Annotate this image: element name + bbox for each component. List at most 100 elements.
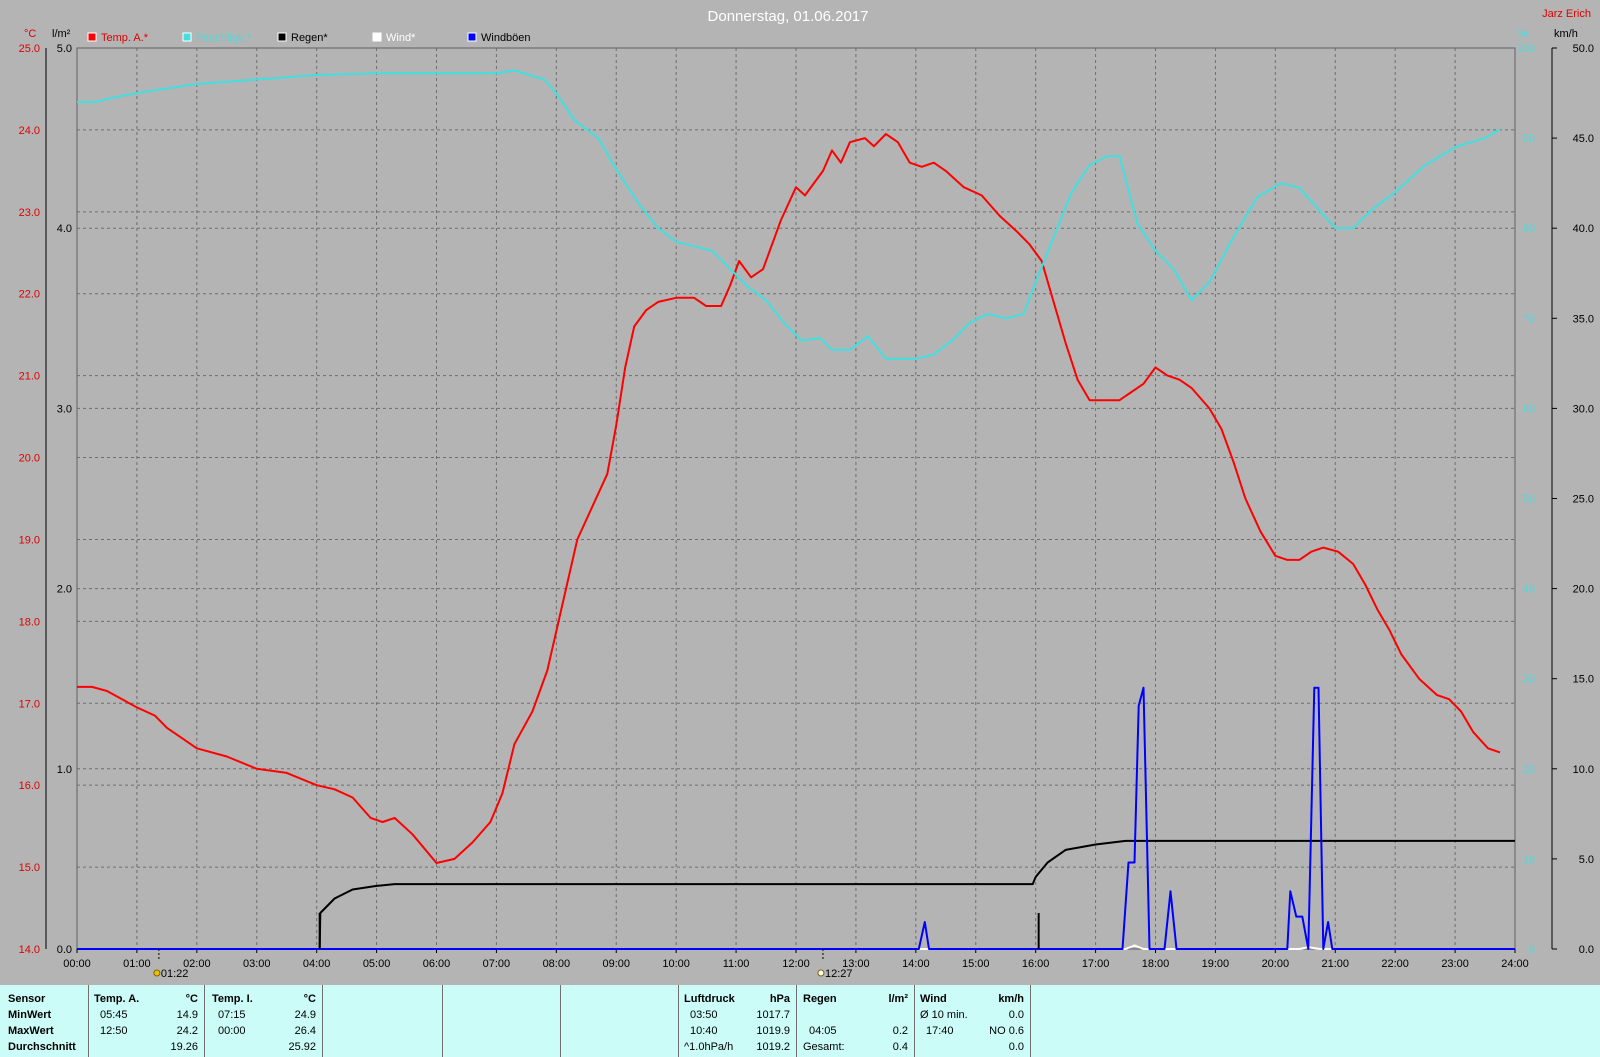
sunrise-icon — [153, 969, 161, 977]
humidity-tick-label: 10 — [1523, 854, 1535, 866]
stats-wind-max-dir: NO 0.6 — [989, 1025, 1024, 1037]
x-tick-label: 18:00 — [1142, 958, 1170, 970]
legend: Temp. A.* Feuchtigk.* Regen* Wind* Windböen — [87, 32, 531, 44]
stats-rain-header: Regen — [803, 993, 837, 1005]
temp-tick-label: 23.0 — [19, 207, 40, 219]
stats-temp-i-min-time: 07:15 — [218, 1009, 246, 1021]
x-tick-label: 24:00 — [1501, 958, 1529, 970]
temp-tick-label: 18.0 — [19, 616, 40, 628]
wind-tick-label: 45.0 — [1573, 133, 1594, 145]
legend-swatch — [372, 32, 382, 42]
stats-temp-i-avg-value: 25.92 — [288, 1041, 316, 1053]
wind-tick-label: 50.0 — [1573, 43, 1594, 55]
stats-max-label: MaxWert — [8, 1025, 54, 1037]
humidity-axis-unit: % — [1518, 28, 1528, 40]
stats-wind-last-value: 0.0 — [1008, 1041, 1024, 1053]
chart-svg: Donnerstag, 01.06.2017 Jarz Erich °C l/m… — [19, 8, 1594, 980]
temp-tick-label: 24.0 — [19, 125, 40, 137]
stats-wind-max-time: 17:40 — [926, 1025, 954, 1037]
x-tick-label: 21:00 — [1321, 958, 1349, 970]
rain-tick-label: 4.0 — [57, 223, 72, 235]
legend-swatch — [182, 32, 192, 42]
stats-temp-a-max-value: 24.2 — [176, 1025, 198, 1037]
temp-tick-label: 16.0 — [19, 780, 40, 792]
temp-tick-label: 22.0 — [19, 289, 40, 301]
humidity-tick-label: 70 — [1523, 313, 1535, 325]
legend-label: Regen* — [291, 32, 328, 44]
stats-wind-avg-label: Ø 10 min. — [920, 1009, 968, 1021]
stats-panel: Sensor MinWert MaxWert Durchschnitt Temp… — [0, 985, 1600, 1057]
x-tick-label: 16:00 — [1022, 958, 1050, 970]
stats-rain-total-label: Gesamt: — [803, 1041, 845, 1053]
wind-tick-label: 30.0 — [1573, 403, 1594, 415]
legend-swatch — [277, 32, 287, 42]
sunset-icon — [817, 969, 825, 977]
weather-chart: Donnerstag, 01.06.2017 Jarz Erich °C l/m… — [0, 0, 1600, 985]
wind-tick-label: 35.0 — [1573, 313, 1594, 325]
humidity-tick-label: 30 — [1523, 674, 1535, 686]
stats-min-label: MinWert — [8, 1009, 52, 1021]
stats-temp-a-avg-value: 19.26 — [170, 1041, 198, 1053]
stats-rain-unit: l/m² — [888, 993, 908, 1005]
stats-wind-unit: km/h — [998, 993, 1024, 1005]
stats-pressure-min-time: 03:50 — [690, 1009, 718, 1021]
x-tick-label: 06:00 — [423, 958, 451, 970]
x-tick-label: 20:00 — [1262, 958, 1290, 970]
x-tick-label: 04:00 — [303, 958, 331, 970]
wind-tick-label: 20.0 — [1573, 584, 1594, 596]
axes: 00:00 01:00 02:00 03:00 04:00 05:00 06:00 07:00… — [19, 43, 1594, 970]
sunrise-time-label: 01:22 — [161, 968, 189, 980]
x-tick-label: 09:00 — [602, 958, 630, 970]
rain-axis-unit: l/m² — [52, 28, 71, 40]
humidity-tick-label: 0 — [1529, 944, 1535, 956]
humidity-tick-label: 20 — [1523, 764, 1535, 776]
humidity-tick-label: 60 — [1523, 403, 1535, 415]
stats-rain-max-value: 0.2 — [892, 1025, 908, 1037]
humidity-tick-label: 100 — [1517, 43, 1535, 55]
stats-pressure-unit: hPa — [769, 993, 790, 1005]
stats-temp-a-min-value: 14.9 — [176, 1009, 198, 1021]
wind-tick-label: 10.0 — [1573, 764, 1594, 776]
stats-temp-i-min-value: 24.9 — [294, 1009, 316, 1021]
humidity-tick-label: 50 — [1523, 494, 1535, 506]
temp-a-line — [77, 133, 1501, 864]
stats-pressure-max-time: 10:40 — [690, 1025, 718, 1037]
stats-pressure-max-value: 1019.9 — [756, 1025, 790, 1037]
legend-label: Temp. A.* — [101, 32, 149, 44]
legend-swatch — [87, 32, 97, 42]
x-tick-label: 10:00 — [662, 958, 690, 970]
temp-tick-label: 15.0 — [19, 862, 40, 874]
x-tick-label: 23:00 — [1441, 958, 1469, 970]
x-tick-label: 15:00 — [962, 958, 990, 970]
stats-temp-i-unit: °C — [303, 993, 316, 1005]
temp-tick-label: 20.0 — [19, 453, 40, 465]
legend-label: Wind* — [386, 32, 416, 44]
wind-axis-unit: km/h — [1554, 28, 1578, 40]
temp-tick-label: 21.0 — [19, 371, 40, 383]
x-tick-label: 11:00 — [723, 958, 750, 970]
stats-sensor-header: Sensor — [8, 993, 46, 1005]
x-tick-label: 08:00 — [543, 958, 571, 970]
humidity-tick-label: 80 — [1523, 223, 1535, 235]
temp-axis-unit: °C — [24, 28, 36, 40]
stats-temp-i-header: Temp. I. — [212, 993, 253, 1005]
station-name: Jarz Erich — [1542, 8, 1591, 20]
x-tick-label: 12:00 — [782, 958, 810, 970]
wind-tick-label: 15.0 — [1573, 674, 1594, 686]
x-tick-label: 19:00 — [1202, 958, 1230, 970]
wind-tick-label: 5.0 — [1579, 854, 1594, 866]
stats-temp-i-max-value: 26.4 — [294, 1025, 316, 1037]
temp-tick-label: 19.0 — [19, 534, 40, 546]
stats-wind-avg-value: 0.0 — [1008, 1009, 1024, 1021]
stats-temp-a-header: Temp. A. — [94, 993, 140, 1005]
wind-tick-label: 0.0 — [1579, 944, 1594, 956]
humidity-tick-label: 90 — [1523, 133, 1535, 145]
humidity-line — [77, 69, 1501, 360]
grid — [76, 47, 1516, 950]
stats-avg-label: Durchschnitt — [8, 1041, 76, 1053]
stats-temp-a-min-time: 05:45 — [100, 1009, 128, 1021]
x-tick-label: 17:00 — [1082, 958, 1110, 970]
stats-temp-a-max-time: 12:50 — [100, 1025, 128, 1037]
x-tick-label: 01:00 — [123, 958, 151, 970]
temp-tick-label: 14.0 — [19, 944, 40, 956]
